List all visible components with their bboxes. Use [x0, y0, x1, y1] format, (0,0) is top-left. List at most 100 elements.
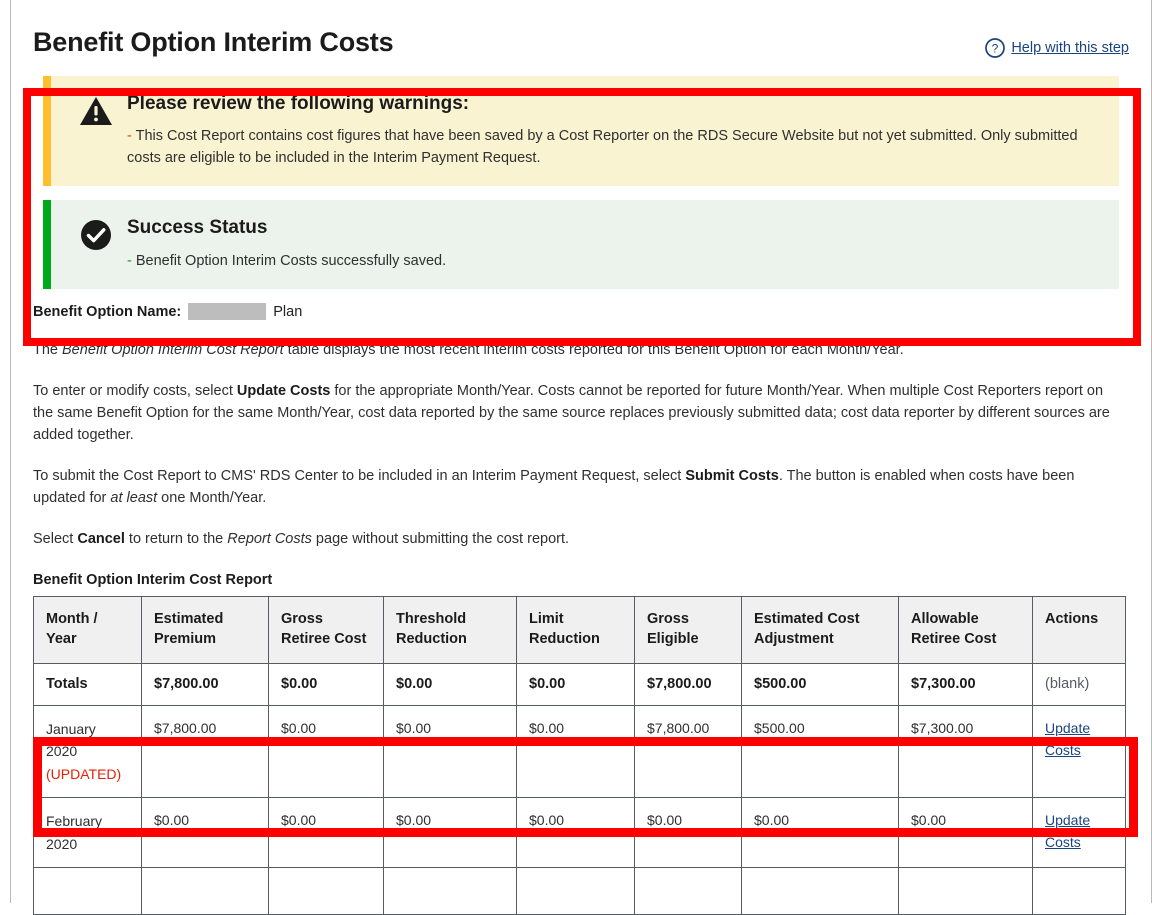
check-circle-icon	[79, 218, 113, 252]
intro-paragraph-1: The Benefit Option Interim Cost Report t…	[33, 339, 1126, 361]
table-header-row: Month /Year Estimated Premium Gross Retire…	[34, 597, 1126, 664]
totals-threshold-reduction: $0.00	[384, 664, 517, 705]
col1-line1: Estimated	[154, 611, 223, 627]
row-1-threshold-reduction: $0.00	[384, 798, 517, 868]
row-2-estimated-premium	[142, 867, 269, 914]
p1-part-b: table displays the most recent interim c…	[284, 342, 904, 358]
column-header-allowable-retiree-cost: Allowable Retiree Cost	[899, 597, 1033, 664]
table-row-partial	[34, 867, 1126, 914]
row-2-threshold-reduction	[384, 867, 517, 914]
success-alert: Success Status - Benefit Option Interim …	[43, 200, 1119, 290]
col4-line1: Limit	[529, 611, 564, 627]
table-row: February 2020 $0.00 $0.00 $0.00 $0.00 $0…	[34, 798, 1126, 868]
row-2-limit-reduction	[517, 867, 635, 914]
col2-line2: Retiree Cost	[281, 631, 366, 647]
col6-line2: Adjustment	[754, 631, 834, 647]
row-1-gross-eligible: $0.00	[635, 798, 742, 868]
warning-dash: -	[127, 128, 132, 144]
intro-paragraph-4: Select Cancel to return to the Report Co…	[33, 528, 1126, 550]
row-0-updated-badge: (UPDATED)	[46, 763, 131, 785]
warning-alert: Please review the following warnings: - …	[43, 76, 1119, 185]
alerts-container: Please review the following warnings: - …	[33, 76, 1129, 289]
totals-estimated-premium: $7,800.00	[142, 664, 269, 705]
success-dash: -	[127, 253, 132, 269]
totals-actions: (blank)	[1033, 664, 1126, 705]
row-0-year: 2020	[46, 743, 77, 759]
col3-line2: Reduction	[396, 631, 467, 647]
page-header: Benefit Option Interim Costs ? Help with…	[33, 0, 1129, 58]
row-0-limit-reduction: $0.00	[517, 705, 635, 797]
warning-triangle-icon	[79, 94, 113, 128]
row-0-allowable-retiree-cost: $7,300.00	[899, 705, 1033, 797]
col5-line2: Eligible	[647, 631, 699, 647]
question-circle-icon: ?	[985, 38, 1005, 58]
success-message-text: Benefit Option Interim Costs successfull…	[136, 253, 446, 269]
p3-italic: at least	[110, 490, 157, 506]
col4-line2: Reduction	[529, 631, 600, 647]
row-1-actions: Update Costs	[1033, 798, 1126, 868]
warning-alert-message: - This Cost Report contains cost figures…	[127, 126, 1101, 170]
row-2-gross-eligible	[635, 867, 742, 914]
update-costs-link[interactable]: Update Costs	[1045, 718, 1115, 761]
row-0-estimated-premium: $7,800.00	[142, 705, 269, 797]
table-totals-row: Totals $7,800.00 $0.00 $0.00 $0.00 $7,80…	[34, 664, 1126, 705]
row-0-threshold-reduction: $0.00	[384, 705, 517, 797]
row-0-gross-retiree-cost: $0.00	[269, 705, 384, 797]
row-2-actions	[1033, 867, 1126, 914]
col7-line1: Allowable	[911, 611, 979, 627]
column-header-estimated-premium: Estimated Premium	[142, 597, 269, 664]
intro-paragraph-2: To enter or modify costs, select Update …	[33, 380, 1126, 446]
row-1-limit-reduction: $0.00	[517, 798, 635, 868]
p4-strong: Cancel	[77, 531, 125, 547]
benefit-option-name-suffix: Plan	[273, 304, 302, 320]
page-container: Benefit Option Interim Costs ? Help with…	[10, 0, 1152, 903]
col2-line1: Gross	[281, 611, 323, 627]
row-1-month: February	[46, 813, 102, 829]
totals-label: Totals	[34, 664, 142, 705]
help-link-label: Help with this step	[1011, 40, 1129, 56]
row-1-estimated-cost-adjustment: $0.00	[742, 798, 899, 868]
column-header-gross-eligible: Gross Eligible	[635, 597, 742, 664]
col7-line2: Retiree Cost	[911, 631, 996, 647]
p1-italic: Benefit Option Interim Cost Report	[62, 342, 284, 358]
page-title: Benefit Option Interim Costs	[33, 26, 393, 58]
p2-part-a: To enter or modify costs, select	[33, 383, 237, 399]
totals-gross-retiree-cost: $0.00	[269, 664, 384, 705]
svg-text:?: ?	[992, 42, 999, 56]
column-header-actions: Actions	[1033, 597, 1126, 664]
col5-line1: Gross	[647, 611, 689, 627]
col1-line2: Premium	[154, 631, 216, 647]
p4-part-b: to return to the	[125, 531, 227, 547]
column-header-estimated-cost-adjustment: Estimated Cost Adjustment	[742, 597, 899, 664]
help-with-this-step-link[interactable]: ? Help with this step	[985, 38, 1129, 58]
success-alert-title: Success Status	[127, 216, 1101, 240]
column-header-threshold-reduction: Threshold Reduction	[384, 597, 517, 664]
col6-line1: Estimated Cost	[754, 611, 860, 627]
table-row: January 2020 (UPDATED) $7,800.00 $0.00 $…	[34, 705, 1126, 797]
col3-line1: Threshold	[396, 611, 466, 627]
benefit-option-name-row: Benefit Option Name: Plan	[33, 303, 1129, 320]
row-0-gross-eligible: $7,800.00	[635, 705, 742, 797]
row-1-gross-retiree-cost: $0.00	[269, 798, 384, 868]
p1-part-a: The	[33, 342, 62, 358]
row-1-year: 2020	[46, 836, 77, 852]
totals-allowable-retiree-cost: $7,300.00	[899, 664, 1033, 705]
column-header-month-year: Month /Year	[34, 597, 142, 664]
col0-line2: Year	[46, 631, 77, 647]
p3-strong: Submit Costs	[685, 468, 778, 484]
benefit-option-name-redacted-value	[188, 303, 266, 320]
column-header-gross-retiree-cost: Gross Retiree Cost	[269, 597, 384, 664]
warning-alert-title: Please review the following warnings:	[127, 92, 1101, 116]
update-costs-link[interactable]: Update Costs	[1045, 810, 1115, 853]
row-1-allowable-retiree-cost: $0.00	[899, 798, 1033, 868]
warning-message-text: This Cost Report contains cost figures t…	[127, 128, 1078, 166]
p4-part-a: Select	[33, 531, 77, 547]
table-caption: Benefit Option Interim Cost Report	[33, 572, 1129, 588]
row-2-estimated-cost-adjustment	[742, 867, 899, 914]
row-2-month-year	[34, 867, 142, 914]
row-2-gross-retiree-cost	[269, 867, 384, 914]
success-alert-message: - Benefit Option Interim Costs successfu…	[127, 251, 1101, 273]
intro-paragraph-3: To submit the Cost Report to CMS' RDS Ce…	[33, 465, 1126, 509]
totals-estimated-cost-adjustment: $500.00	[742, 664, 899, 705]
benefit-option-name-label: Benefit Option Name:	[33, 304, 181, 320]
